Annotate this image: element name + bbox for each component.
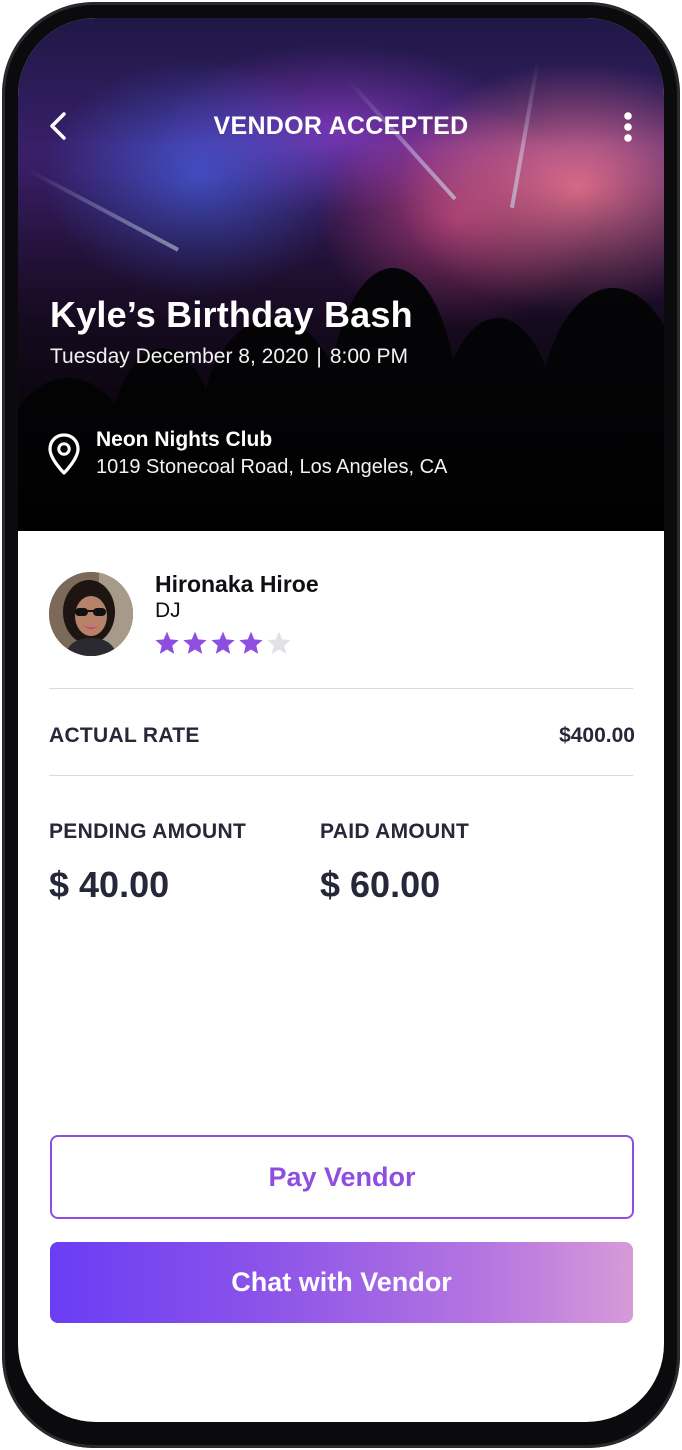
star-icon (239, 631, 263, 654)
vendor-rating (154, 630, 292, 658)
more-options-button[interactable] (614, 108, 642, 148)
event-date: Tuesday December 8, 2020 (50, 345, 309, 368)
page-title: VENDOR ACCEPTED (213, 112, 469, 140)
star-icon (183, 631, 207, 654)
venue-address: 1019 Stonecoal Road, Los Angeles, CA (96, 456, 448, 478)
actual-rate-value: $400.00 (559, 724, 635, 747)
event-title: Kyle’s Birthday Bash (50, 294, 413, 335)
vendor-name: Hironaka Hiroe (155, 571, 319, 597)
star-icon (211, 631, 235, 654)
vendor-avatar (49, 572, 133, 656)
divider (49, 688, 633, 689)
pending-amount-label: PENDING AMOUNT (49, 820, 247, 843)
pay-vendor-button[interactable]: Pay Vendor (50, 1135, 634, 1219)
chat-with-vendor-label: Chat with Vendor (231, 1267, 452, 1297)
event-hero: VENDOR ACCEPTED Kyle’s Birthday Bash Tue… (18, 18, 664, 531)
more-vertical-icon (624, 112, 632, 142)
pay-vendor-label: Pay Vendor (268, 1161, 416, 1192)
actual-rate-label: ACTUAL RATE (49, 724, 200, 747)
date-time-separator: | (316, 345, 322, 368)
star-icon (155, 631, 179, 654)
venue-name: Neon Nights Club (96, 428, 273, 451)
phone-frame: VENDOR ACCEPTED Kyle’s Birthday Bash Tue… (2, 2, 680, 1448)
star-empty-icon (267, 631, 291, 654)
avatar-image (49, 572, 133, 656)
event-time: 8:00 PM (329, 345, 409, 368)
location-pin-icon (48, 433, 80, 475)
vendor-role: DJ (155, 599, 181, 622)
divider (49, 775, 633, 776)
paid-amount-label: PAID AMOUNT (320, 820, 470, 843)
hero-overlay (18, 18, 664, 531)
pending-amount-value: $ 40.00 (49, 864, 170, 905)
event-datetime: Tuesday December 8, 2020 | 8:00 PM (50, 345, 408, 369)
app-screen: VENDOR ACCEPTED Kyle’s Birthday Bash Tue… (18, 18, 664, 1422)
chat-with-vendor-button[interactable]: Chat with Vendor (50, 1242, 633, 1323)
paid-amount-value: $ 60.00 (320, 864, 441, 905)
